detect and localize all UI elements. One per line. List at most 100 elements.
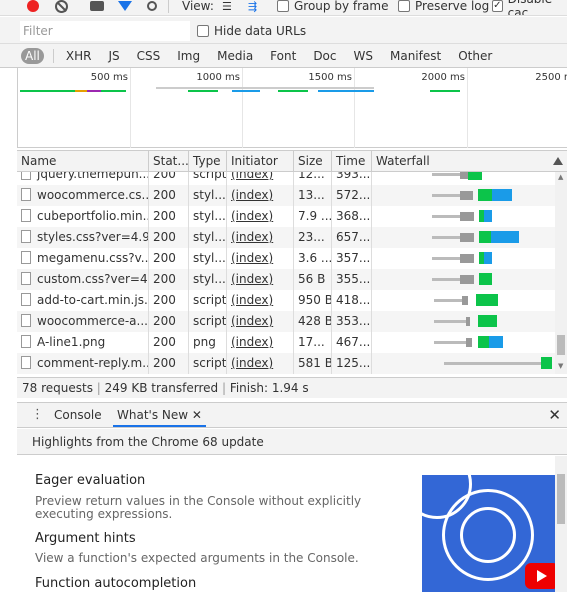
column-header-size[interactable]: Size <box>294 151 332 172</box>
type-filter-css[interactable]: CSS <box>133 48 165 64</box>
type-filter-img[interactable]: Img <box>173 48 204 64</box>
waterfall-segment <box>444 362 542 365</box>
scrollbar-thumb[interactable] <box>557 474 565 524</box>
column-header-initiator[interactable]: Initiator <box>227 151 294 172</box>
column-header-name[interactable]: Name <box>17 151 149 172</box>
waterfall-segment <box>460 191 473 200</box>
filter-input[interactable]: Filter <box>20 21 190 41</box>
whats-new-scrollbar[interactable] <box>555 456 567 592</box>
clear-icon[interactable] <box>55 0 68 15</box>
camera-icon[interactable] <box>90 0 104 15</box>
close-tab-icon[interactable]: ✕ <box>192 408 202 422</box>
scroll-up-icon[interactable]: ▲ <box>558 173 563 181</box>
cell-initiator[interactable]: (index) <box>227 172 294 185</box>
feature-title[interactable]: Function autocompletion <box>35 576 196 591</box>
network-overview-timeline[interactable]: 500 ms 1000 ms 1500 ms 2000 ms 2500 r <box>17 68 567 148</box>
type-filter-xhr[interactable]: XHR <box>62 48 96 64</box>
table-row[interactable]: custom.css?ver=4... 200 styl... (index) 56 B… <box>17 269 555 290</box>
table-row[interactable]: A-line1.png 200 png (index) 17... 467... <box>17 332 555 353</box>
cell-initiator[interactable]: (index) <box>227 353 294 374</box>
cell-size: 7.9 ... <box>294 206 332 227</box>
type-filter-js[interactable]: JS <box>104 48 123 64</box>
search-icon[interactable] <box>147 0 157 15</box>
type-filter-manifest[interactable]: Manifest <box>386 48 445 64</box>
cell-name: custom.css?ver=4... <box>17 269 149 290</box>
scroll-down-icon[interactable]: ▼ <box>558 362 563 370</box>
youtube-play-icon[interactable] <box>525 563 555 589</box>
table-row[interactable]: woocommerce-a... 200 script (index) 428 B 353… <box>17 311 555 332</box>
disable-cache-checkbox[interactable]: Disable cac <box>492 0 567 15</box>
requests-scrollbar[interactable]: ▲ ▼ <box>555 172 567 374</box>
file-icon <box>21 314 31 327</box>
cell-initiator[interactable]: (index) <box>227 311 294 332</box>
preserve-log-checkbox[interactable]: Preserve log <box>398 0 489 15</box>
table-row[interactable]: styles.css?ver=4.9.8 200 styl... (index) 23.… <box>17 227 555 248</box>
network-status-bar: 78 requests | 249 KB transferred | Finis… <box>17 377 567 398</box>
hide-data-urls-checkbox[interactable]: Hide data URLs <box>197 24 306 38</box>
feature-title[interactable]: Argument hints <box>35 531 136 546</box>
type-filter-doc[interactable]: Doc <box>309 48 340 64</box>
cell-name: add-to-cart.min.js... <box>17 290 149 311</box>
table-row[interactable]: comment-reply.m... 200 script (index) 581 B1… <box>17 353 555 374</box>
column-header-status[interactable]: Stat... <box>149 151 189 172</box>
file-icon <box>21 172 31 180</box>
column-header-type[interactable]: Type <box>189 151 227 172</box>
filter-icon[interactable] <box>118 0 132 15</box>
column-header-time[interactable]: Time <box>332 151 372 172</box>
cell-size: 12... <box>294 172 332 185</box>
cell-initiator[interactable]: (index) <box>227 248 294 269</box>
table-row[interactable]: megamenu.css?v... 200 styl... (index) 3.6 ..… <box>17 248 555 269</box>
cell-initiator[interactable]: (index) <box>227 185 294 206</box>
timeline-tick: 2000 ms <box>421 72 465 83</box>
feature-title[interactable]: Eager evaluation <box>35 473 145 488</box>
type-filter-all[interactable]: All <box>21 47 44 64</box>
cell-size: 13... <box>294 185 332 206</box>
waterfall-segment <box>478 315 497 327</box>
file-icon <box>21 356 31 369</box>
cell-size: 3.6 ... <box>294 248 332 269</box>
cell-status: 200 <box>149 185 189 206</box>
table-row[interactable]: woocommerce.cs... 200 styl... (index) 13... 5… <box>17 185 555 206</box>
type-filter-font[interactable]: Font <box>266 48 300 64</box>
file-icon <box>21 251 31 264</box>
file-icon <box>21 272 31 285</box>
tab-console[interactable]: Console <box>50 403 106 427</box>
cell-initiator[interactable]: (index) <box>227 227 294 248</box>
sort-ascending-icon <box>553 157 563 165</box>
cell-status: 200 <box>149 332 189 353</box>
table-row[interactable]: cubeportfolio.min... 200 styl... (index) 7.9… <box>17 206 555 227</box>
large-rows-icon[interactable]: ☰ <box>222 0 232 15</box>
table-row[interactable]: jquery.themepun... 200 script (index) 12... 3… <box>17 172 555 185</box>
cell-initiator[interactable]: (index) <box>227 206 294 227</box>
cell-initiator[interactable]: (index) <box>227 269 294 290</box>
scrollbar-thumb[interactable] <box>557 335 565 355</box>
column-header-waterfall[interactable]: Waterfall <box>372 151 567 172</box>
overview-icon[interactable]: ⇶ <box>248 0 257 15</box>
cell-name: woocommerce.cs... <box>17 185 149 206</box>
waterfall-segment <box>432 278 462 281</box>
waterfall-segment <box>432 194 460 197</box>
type-filter-other[interactable]: Other <box>454 48 496 64</box>
cell-initiator[interactable]: (index) <box>227 290 294 311</box>
waterfall-bar <box>372 248 555 269</box>
more-tools-icon[interactable]: ⋮ <box>31 408 44 421</box>
type-filter-ws[interactable]: WS <box>350 48 377 64</box>
cell-status: 200 <box>149 311 189 332</box>
table-row[interactable]: add-to-cart.min.js... 200 script (index) 950… <box>17 290 555 311</box>
tab-whats-new[interactable]: What's New ✕ <box>113 403 206 427</box>
waterfall-bar <box>372 269 555 290</box>
cell-initiator[interactable]: (index) <box>227 332 294 353</box>
cell-time: 355... <box>332 269 372 290</box>
waterfall-segment <box>460 172 468 179</box>
cell-time: 657... <box>332 227 372 248</box>
close-drawer-icon[interactable]: ✕ <box>548 406 561 424</box>
type-filter-media[interactable]: Media <box>213 48 257 64</box>
cell-type: styl... <box>189 269 227 290</box>
cell-size: 950 B <box>294 290 332 311</box>
release-video-thumbnail[interactable] <box>422 475 555 592</box>
record-icon[interactable] <box>27 0 39 15</box>
cell-name: styles.css?ver=4.9.8 <box>17 227 149 248</box>
transferred-size: 249 KB transferred <box>104 381 219 395</box>
group-by-frame-checkbox[interactable]: Group by frame <box>277 0 388 15</box>
cell-type: styl... <box>189 185 227 206</box>
